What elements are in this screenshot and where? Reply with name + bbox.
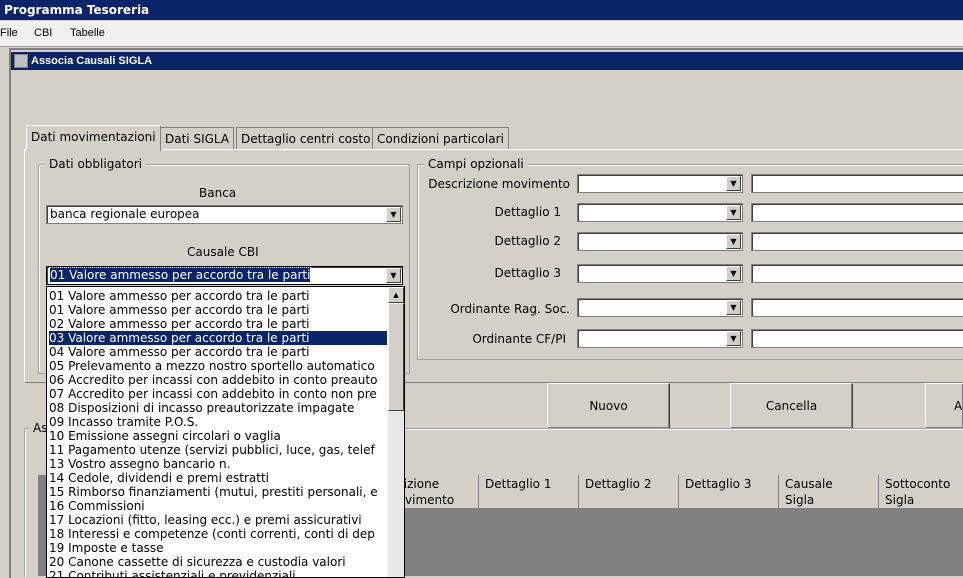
campi-opzionali-legend: Campi opzionali <box>424 157 528 171</box>
app-title: Programma Tesoreria <box>4 3 150 17</box>
chevron-down-icon[interactable]: ▼ <box>726 234 741 249</box>
dropdown-option[interactable]: 01 Valore ammesso per accordo tra le par… <box>49 303 387 317</box>
dropdown-option[interactable]: 09 Incasso tramite P.O.S. <box>49 415 387 429</box>
causale-cbi-dropdown-list[interactable]: 01 Valore ammesso per accordo tra le par… <box>46 286 405 578</box>
app-title-bar: Programma Tesoreria <box>0 0 963 20</box>
dropdown-option[interactable]: 17 Locazioni (fitto, leasing ecc.) e pre… <box>49 513 387 527</box>
dropdown-option[interactable]: 13 Vostro assegno bancario n. <box>49 457 387 471</box>
dropdown-option[interactable]: 03 Valore ammesso per accordo tra le par… <box>49 331 387 345</box>
dettaglio-1-label: Dettaglio 1 <box>494 205 561 219</box>
chevron-down-icon[interactable]: ▼ <box>726 266 741 281</box>
grid-header-dettaglio-1[interactable]: Dettaglio 1 <box>479 475 579 509</box>
chevron-down-icon[interactable]: ▼ <box>726 331 741 346</box>
dropdown-option[interactable]: 01 Valore ammesso per accordo tra le par… <box>49 289 387 303</box>
chevron-down-icon[interactable]: ▼ <box>386 268 401 283</box>
tab-dati-movimentazioni[interactable]: Dati movimentazioni <box>26 125 161 151</box>
descrizione-movimento-label: Descrizione movimento <box>428 177 570 191</box>
dropdown-option[interactable]: 07 Accredito per incassi con addebito in… <box>49 387 387 401</box>
window-icon <box>14 54 28 68</box>
grid-header-dettaglio-2[interactable]: Dettaglio 2 <box>579 475 679 509</box>
causale-cbi-value: 01 Valore ammesso per accordo tra le par… <box>48 267 312 283</box>
chevron-down-icon[interactable]: ▼ <box>386 207 401 222</box>
dropdown-option[interactable]: 16 Commissioni <box>49 499 387 513</box>
causale-cbi-label: Causale CBI <box>187 245 259 259</box>
grid-header-causale-sigla[interactable]: Causale Sigla <box>779 475 879 509</box>
dettaglio-1-select[interactable]: ▼ <box>577 203 743 222</box>
menu-tabelle[interactable]: Tabelle <box>70 27 105 39</box>
dettaglio-3-input[interactable] <box>751 264 963 283</box>
child-window-title: Associa Causali SIGLA <box>31 55 153 67</box>
descrizione-movimento-input[interactable] <box>751 174 963 193</box>
ordinante-cf-pi-select[interactable]: ▼ <box>577 329 743 348</box>
ordinante-cf-pi-label: Ordinante CF/PI <box>472 332 566 346</box>
dropdown-option[interactable]: 05 Prelevamento a mezzo nostro sportello… <box>49 359 387 373</box>
dropdown-option[interactable]: 20 Canone cassette di sicurezza e custod… <box>49 555 387 569</box>
banca-select[interactable]: banca regionale europea ▼ <box>46 205 403 224</box>
causale-cbi-select[interactable]: 01 Valore ammesso per accordo tra le par… <box>46 266 403 285</box>
chevron-down-icon[interactable]: ▼ <box>726 176 741 191</box>
ordinante-rag-soc-select[interactable]: ▼ <box>577 298 743 317</box>
menu-cbi[interactable]: CBI <box>34 27 52 39</box>
grid-header-dettaglio-3[interactable]: Dettaglio 3 <box>679 475 779 509</box>
dropdown-option[interactable]: 18 Interessi e competenze (conti corrent… <box>49 527 387 541</box>
ordinante-rag-soc-input[interactable] <box>751 298 963 317</box>
child-window-title-bar: Associa Causali SIGLA <box>11 52 963 70</box>
dati-obbligatori-legend: Dati obbligatori <box>45 157 146 171</box>
dropdown-option[interactable]: 14 Cedole, dividendi e premi estratti <box>49 471 387 485</box>
chevron-down-icon[interactable]: ▼ <box>726 300 741 315</box>
dropdown-option[interactable]: 02 Valore ammesso per accordo tra le par… <box>49 317 387 331</box>
descrizione-movimento-select[interactable]: ▼ <box>577 174 743 193</box>
dettaglio-1-input[interactable] <box>751 203 963 222</box>
dropdown-scrollbar[interactable]: ▲ <box>388 287 404 577</box>
chevron-down-icon[interactable]: ▼ <box>726 205 741 220</box>
dettaglio-2-label: Dettaglio 2 <box>494 234 561 248</box>
nuovo-button[interactable]: Nuovo <box>547 383 670 429</box>
dettaglio-2-input[interactable] <box>751 232 963 251</box>
dropdown-option[interactable]: 15 Rimborso finanziamenti (mutui, presti… <box>49 485 387 499</box>
tab-condizioni-particolari[interactable]: Condizioni particolari <box>372 127 509 150</box>
tab-dettaglio-centri-costo[interactable]: Dettaglio centri costo <box>236 127 376 150</box>
dettaglio-3-label: Dettaglio 3 <box>494 266 561 280</box>
grid-header-sottoconto-sigla[interactable]: Sottoconto Sigla <box>879 475 963 509</box>
dropdown-option[interactable]: 06 Accredito per incassi con addebito in… <box>49 373 387 387</box>
dettaglio-3-select[interactable]: ▼ <box>577 264 743 283</box>
dettaglio-2-select[interactable]: ▼ <box>577 232 743 251</box>
menu-bar: File CBI Tabelle <box>0 21 963 47</box>
ordinante-rag-soc-label: Ordinante Rag. Soc. <box>450 302 570 316</box>
dropdown-option[interactable]: 08 Disposizioni di incasso preautorizzat… <box>49 401 387 415</box>
dropdown-option[interactable]: 21 Contributi assistenziali e previdenzi… <box>49 569 387 577</box>
dropdown-option[interactable]: 10 Emissione assegni circolari o vaglia <box>49 429 387 443</box>
scroll-thumb[interactable] <box>388 303 404 411</box>
dropdown-option[interactable]: 19 Imposte e tasse <box>49 541 387 555</box>
dropdown-option[interactable]: 11 Pagamento utenze (servizi pubblici, l… <box>49 443 387 457</box>
scroll-up-icon[interactable]: ▲ <box>388 287 404 303</box>
ordinante-cf-pi-input[interactable] <box>751 329 963 348</box>
banca-label: Banca <box>199 186 237 200</box>
tab-dati-sigla[interactable]: Dati SIGLA <box>160 127 235 150</box>
banca-value: banca regionale europea <box>50 207 200 221</box>
menu-file[interactable]: File <box>0 27 18 39</box>
dropdown-option[interactable]: 04 Valore ammesso per accordo tra le par… <box>49 345 387 359</box>
partial-button[interactable]: A <box>925 383 963 429</box>
cancella-button[interactable]: Cancella <box>730 383 853 429</box>
